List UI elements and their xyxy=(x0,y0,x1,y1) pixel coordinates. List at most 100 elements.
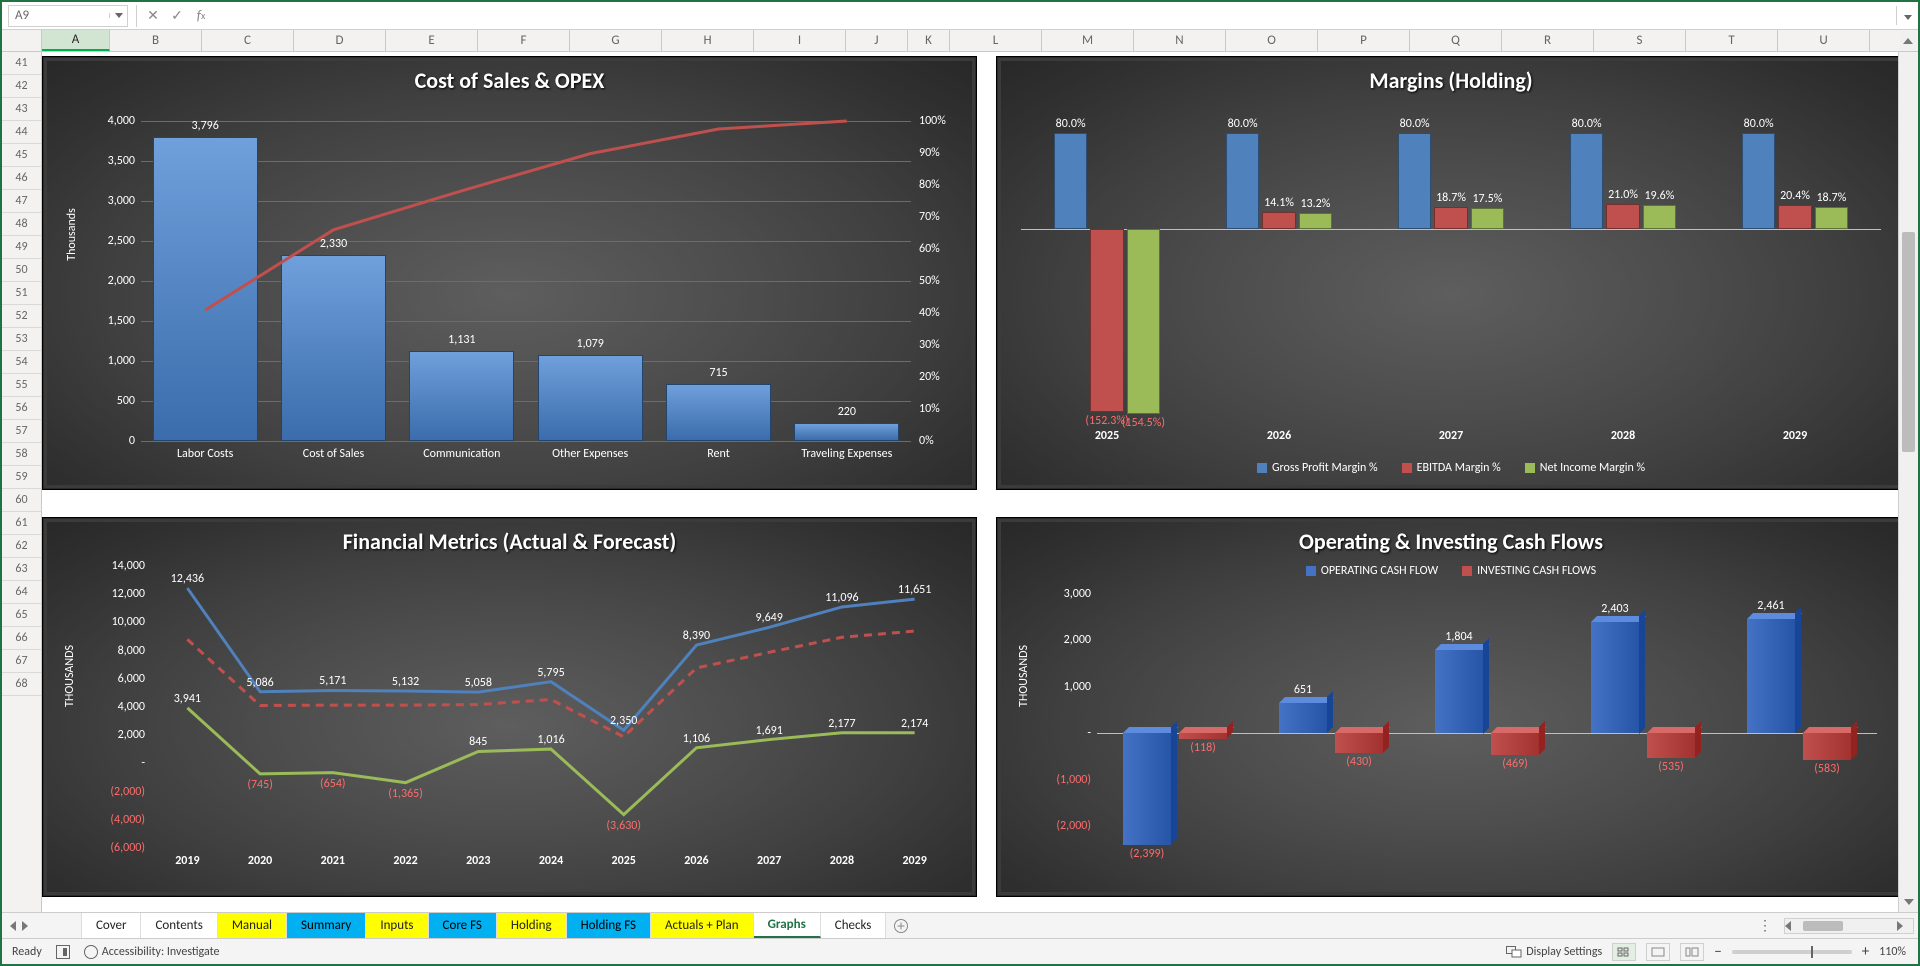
column-header-G[interactable]: G xyxy=(570,30,662,51)
row-header-50[interactable]: 50 xyxy=(2,259,41,282)
accessibility-icon xyxy=(84,945,98,959)
sheet-tab-manual[interactable]: Manual xyxy=(218,913,287,938)
vscroll-thumb[interactable] xyxy=(1902,232,1915,452)
row-header-64[interactable]: 64 xyxy=(2,581,41,604)
row-header-55[interactable]: 55 xyxy=(2,374,41,397)
macro-record-icon[interactable] xyxy=(56,945,70,959)
vscroll-down-button[interactable] xyxy=(1901,894,1916,910)
row-header-62[interactable]: 62 xyxy=(2,535,41,558)
column-header-R[interactable]: R xyxy=(1502,30,1594,51)
sheet-tab-contents[interactable]: Contents xyxy=(141,913,217,938)
sheet-tab-actuals-plan[interactable]: Actuals + Plan xyxy=(651,913,754,938)
cancel-edit-icon[interactable]: ✕ xyxy=(141,5,165,27)
column-header-N[interactable]: N xyxy=(1134,30,1226,51)
column-header-C[interactable]: C xyxy=(202,30,294,51)
column-header-L[interactable]: L xyxy=(950,30,1042,51)
row-header-54[interactable]: 54 xyxy=(2,351,41,374)
row-header-43[interactable]: 43 xyxy=(2,98,41,121)
column-header-F[interactable]: F xyxy=(478,30,570,51)
view-page-layout-button[interactable] xyxy=(1646,943,1670,961)
display-settings-button[interactable]: Display Settings xyxy=(1506,945,1602,959)
column-header-J[interactable]: J xyxy=(846,30,908,51)
column-header-U[interactable]: U xyxy=(1778,30,1870,51)
row-header-48[interactable]: 48 xyxy=(2,213,41,236)
column-header-D[interactable]: D xyxy=(294,30,386,51)
tab-scroll-handle[interactable]: ⋮ xyxy=(1750,917,1780,934)
row-header-45[interactable]: 45 xyxy=(2,144,41,167)
sheet-tab-summary[interactable]: Summary xyxy=(287,913,366,938)
tab-nav-prev[interactable] xyxy=(10,921,16,931)
column-header-T[interactable]: T xyxy=(1686,30,1778,51)
sheet-tab-holding-fs[interactable]: Holding FS xyxy=(567,913,651,938)
formula-bar-expand[interactable] xyxy=(1896,6,1918,25)
name-box[interactable]: A9 xyxy=(8,5,128,27)
column-header-A[interactable]: A xyxy=(42,30,110,51)
column-header-P[interactable]: P xyxy=(1318,30,1410,51)
row-header-56[interactable]: 56 xyxy=(2,397,41,420)
row-header-41[interactable]: 41 xyxy=(2,52,41,75)
zoom-in-button[interactable]: + xyxy=(1862,943,1869,961)
hscroll-thumb[interactable] xyxy=(1803,921,1843,931)
sheet-tab-checks[interactable]: Checks xyxy=(821,913,887,938)
insert-function-icon[interactable]: fx xyxy=(189,5,213,27)
view-normal-button[interactable] xyxy=(1612,943,1636,961)
add-sheet-button[interactable] xyxy=(886,913,916,938)
vertical-scrollbar[interactable] xyxy=(1898,52,1918,912)
row-header-53[interactable]: 53 xyxy=(2,328,41,351)
bar-value-label: 21.0% xyxy=(1608,188,1638,202)
select-all-corner[interactable] xyxy=(2,30,42,51)
bar xyxy=(1742,133,1775,229)
sheet-tab-holding[interactable]: Holding xyxy=(497,913,567,938)
hscroll-right[interactable] xyxy=(1897,921,1913,931)
row-header-49[interactable]: 49 xyxy=(2,236,41,259)
view-page-break-button[interactable] xyxy=(1680,943,1704,961)
sheet-tab-graphs[interactable]: Graphs xyxy=(754,913,821,938)
bar-value-label: 19.6% xyxy=(1644,189,1674,203)
row-header-51[interactable]: 51 xyxy=(2,282,41,305)
tab-nav-next[interactable] xyxy=(22,921,28,931)
row-header-67[interactable]: 67 xyxy=(2,650,41,673)
row-header-58[interactable]: 58 xyxy=(2,443,41,466)
column-header-I[interactable]: I xyxy=(754,30,846,51)
bar xyxy=(1123,733,1172,844)
column-header-S[interactable]: S xyxy=(1594,30,1686,51)
row-header-65[interactable]: 65 xyxy=(2,604,41,627)
accessibility-status[interactable]: Accessibility: Investigate xyxy=(84,945,220,959)
sheet-tab-cover[interactable]: Cover xyxy=(82,913,141,938)
category-label: Traveling Expenses xyxy=(801,441,892,461)
vscroll-up-button[interactable] xyxy=(1900,31,1916,51)
row-header-52[interactable]: 52 xyxy=(2,305,41,328)
row-header-63[interactable]: 63 xyxy=(2,558,41,581)
hscroll-left[interactable] xyxy=(1785,921,1801,931)
category-label: Labor Costs xyxy=(177,441,233,461)
row-header-46[interactable]: 46 xyxy=(2,167,41,190)
zoom-out-button[interactable]: − xyxy=(1714,943,1721,961)
column-header-O[interactable]: O xyxy=(1226,30,1318,51)
category-label: 2027 xyxy=(757,848,781,868)
horizontal-scrollbar[interactable] xyxy=(1784,918,1914,934)
formula-input[interactable] xyxy=(213,5,1896,27)
bar xyxy=(1262,212,1295,229)
column-header-B[interactable]: B xyxy=(110,30,202,51)
row-header-44[interactable]: 44 xyxy=(2,121,41,144)
bar xyxy=(1435,650,1484,734)
row-header-68[interactable]: 68 xyxy=(2,673,41,696)
row-header-61[interactable]: 61 xyxy=(2,512,41,535)
column-header-E[interactable]: E xyxy=(386,30,478,51)
zoom-level[interactable]: 110% xyxy=(1879,945,1906,959)
confirm-edit-icon[interactable]: ✓ xyxy=(165,5,189,27)
name-box-dropdown[interactable] xyxy=(109,13,127,18)
column-header-K[interactable]: K xyxy=(908,30,950,51)
row-header-60[interactable]: 60 xyxy=(2,489,41,512)
row-header-57[interactable]: 57 xyxy=(2,420,41,443)
sheet-tab-inputs[interactable]: Inputs xyxy=(366,913,428,938)
column-header-M[interactable]: M xyxy=(1042,30,1134,51)
sheet-tab-core-fs[interactable]: Core FS xyxy=(429,913,497,938)
row-header-42[interactable]: 42 xyxy=(2,75,41,98)
column-header-Q[interactable]: Q xyxy=(1410,30,1502,51)
row-header-47[interactable]: 47 xyxy=(2,190,41,213)
row-header-59[interactable]: 59 xyxy=(2,466,41,489)
column-header-H[interactable]: H xyxy=(662,30,754,51)
zoom-slider[interactable] xyxy=(1732,950,1852,954)
row-header-66[interactable]: 66 xyxy=(2,627,41,650)
